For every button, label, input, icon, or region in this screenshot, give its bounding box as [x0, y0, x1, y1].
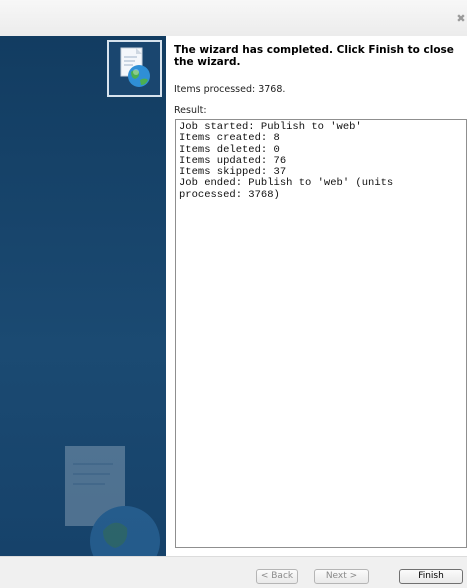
wizard-footer: < Back Next > Finish — [0, 556, 467, 588]
items-processed-text: Items processed: 3768. — [174, 84, 286, 95]
close-icon[interactable]: ✖ — [455, 12, 467, 26]
web-document-globe-icon — [107, 40, 162, 97]
back-button[interactable]: < Back — [256, 569, 298, 584]
title-bar: ✖ — [0, 0, 467, 37]
completion-headline: The wizard has completed. Click Finish t… — [174, 44, 454, 68]
next-button[interactable]: Next > — [314, 569, 369, 584]
wizard-window: ✖ The wizard has completed. Click Finish… — [0, 0, 467, 588]
result-line: Items created: 8 — [179, 132, 280, 145]
document-globe-watermark — [55, 436, 165, 556]
result-textbox[interactable]: Job started: Publish to 'web' Items crea… — [175, 119, 467, 548]
wizard-content: The wizard has completed. Click Finish t… — [166, 36, 467, 556]
result-label: Result: — [174, 105, 207, 116]
wizard-sidebar — [0, 36, 166, 556]
result-line: processed: 3768) — [179, 188, 280, 201]
document-globe-graphic — [120, 47, 150, 87]
finish-button[interactable]: Finish — [399, 569, 463, 584]
